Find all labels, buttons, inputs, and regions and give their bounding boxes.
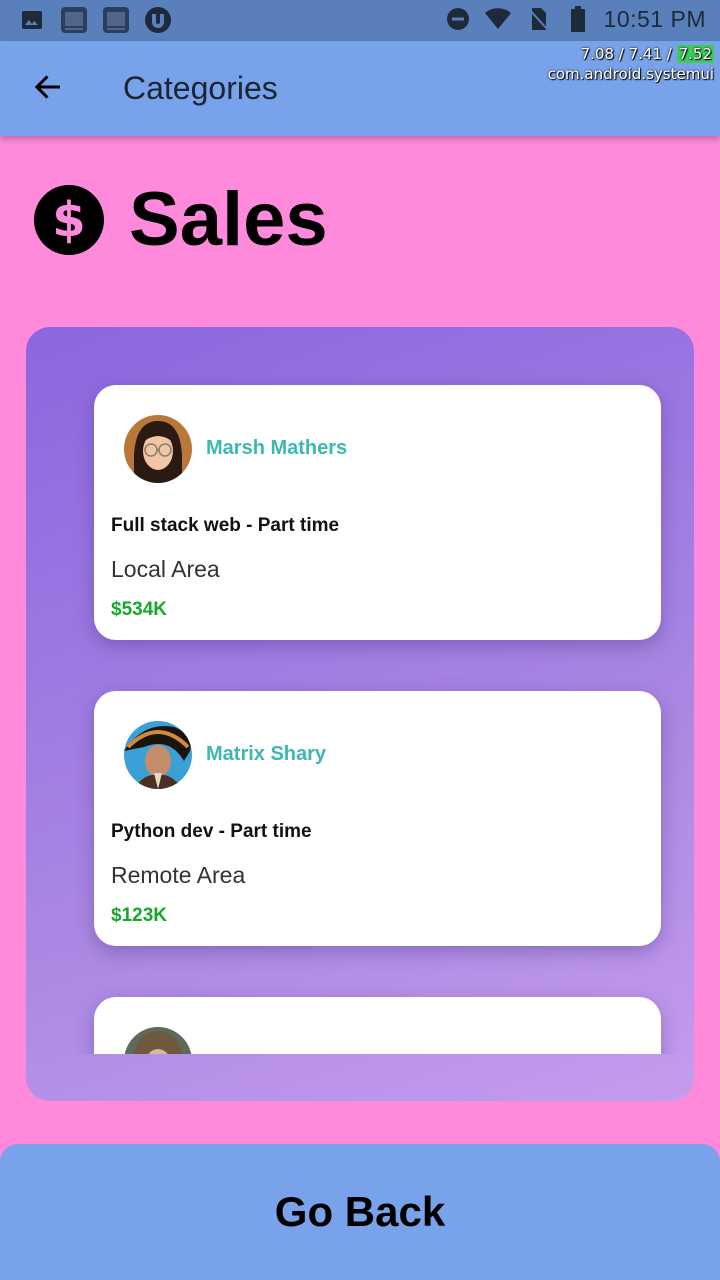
svg-text:$: $	[52, 192, 85, 248]
arrow-back-icon	[32, 71, 64, 108]
job-title: Python dev - Part time	[111, 821, 312, 842]
back-button[interactable]	[24, 67, 72, 111]
listing-card[interactable]: Marsh Mathers Full stack web - Part time…	[94, 385, 661, 640]
debug-fps-highlight: 7.52	[676, 45, 714, 63]
listing-card[interactable]: Matrix Shary Python dev - Part time Remo…	[94, 691, 661, 946]
avatar	[124, 721, 192, 789]
debug-package: com.android.systemui	[547, 65, 714, 83]
status-bar-system: 10:51 PM	[444, 5, 706, 33]
status-bar-notifications	[18, 6, 172, 34]
utorrent-icon	[144, 6, 172, 34]
debug-fps: 7.08 / 7.41 /	[580, 45, 677, 63]
wifi-icon	[484, 5, 512, 33]
salary: $534K	[111, 599, 167, 620]
avatar	[124, 415, 192, 483]
category-header: $ Sales	[33, 178, 328, 262]
go-back-button[interactable]: Go Back	[0, 1144, 720, 1280]
no-sim-icon	[524, 5, 552, 33]
bible-app-icon	[102, 6, 130, 34]
listing-card[interactable]	[94, 997, 661, 1054]
person-name: Matrix Shary	[206, 743, 327, 765]
salary: $123K	[111, 905, 167, 926]
battery-icon	[564, 5, 592, 33]
listings-scroll[interactable]: Marsh Mathers Full stack web - Part time…	[26, 375, 694, 1054]
person-name: Marsh Mathers	[206, 437, 348, 459]
bible-app-icon	[60, 6, 88, 34]
job-area: Remote Area	[111, 862, 246, 888]
avatar	[124, 1027, 192, 1054]
do-not-disturb-icon	[444, 5, 472, 33]
status-time: 10:51 PM	[603, 5, 706, 32]
debug-overlay: 7.08 / 7.41 / 7.52 com.android.systemui	[548, 44, 714, 84]
page-title: Sales	[129, 177, 328, 262]
status-bar: 10:51 PM	[0, 0, 720, 41]
dollar-circle-icon: $	[33, 184, 105, 256]
job-title: Full stack web - Part time	[111, 515, 340, 536]
listings-panel: Marsh Mathers Full stack web - Part time…	[26, 327, 694, 1101]
job-area: Local Area	[111, 556, 220, 582]
image-icon	[18, 6, 46, 34]
app-bar-title: Categories	[123, 70, 278, 106]
